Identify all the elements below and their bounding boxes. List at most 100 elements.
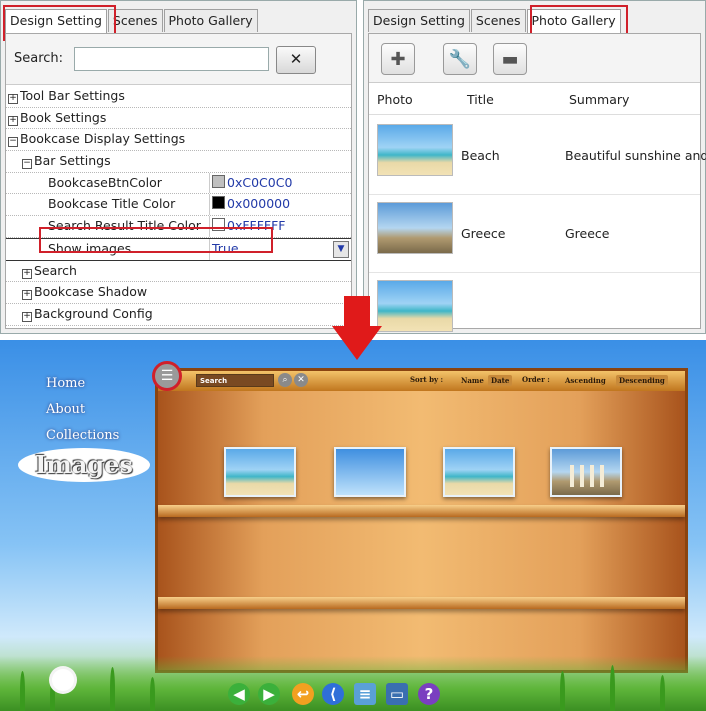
shelf-board <box>158 597 685 609</box>
tab-scenes[interactable]: Scenes <box>470 9 526 32</box>
expand-icon[interactable]: + <box>22 311 32 322</box>
property-label: Show images <box>48 240 132 256</box>
property-panel: Search: ✕ + Tool Bar Settings + Book Settin… <box>5 33 352 329</box>
photo-title: Greece <box>461 226 506 241</box>
next-arrow-icon[interactable]: ▶ <box>258 683 280 705</box>
photo-gallery-panel: Design Setting Scenes Photo Gallery ✚ 🔧 … <box>363 0 706 351</box>
gallery-row[interactable]: Greece Greece <box>369 196 700 273</box>
property-row[interactable]: + Book Settings <box>6 108 351 130</box>
tab-design-setting[interactable]: Design Setting <box>368 9 470 32</box>
property-row[interactable]: − Bar Settings <box>6 151 351 173</box>
tab-photo-gallery[interactable]: Photo Gallery <box>526 9 621 34</box>
share-icon[interactable]: ⟨ <box>322 683 344 705</box>
clear-search-button[interactable]: ✕ <box>276 46 316 74</box>
chevron-down-icon[interactable]: ▼ <box>333 240 349 258</box>
edit-photo-button[interactable]: 🔧 <box>443 43 477 75</box>
property-value[interactable]: 0xFFFFFF <box>209 216 351 237</box>
property-label: Bar Settings <box>34 153 111 169</box>
property-row[interactable]: + Background Config <box>6 304 351 326</box>
sort-by-label: Sort by : <box>410 375 444 384</box>
property-value-text: True <box>212 240 239 256</box>
collapse-icon[interactable]: − <box>22 159 32 170</box>
property-value-text: 0x000000 <box>227 196 291 212</box>
bookcase-preview: Home About Collections Images Search ⌕ ✕… <box>0 340 706 711</box>
property-value[interactable]: 0x000000 <box>209 194 351 216</box>
collapse-icon[interactable]: − <box>8 137 18 148</box>
search-icon[interactable]: ⌕ <box>278 373 292 387</box>
sort-date-button[interactable]: Date <box>488 375 513 386</box>
property-label: Bookcase Title Color <box>48 196 176 212</box>
tab-photo-gallery[interactable]: Photo Gallery <box>163 9 258 32</box>
expand-icon[interactable]: + <box>22 268 32 279</box>
property-label: Book Settings <box>20 109 107 125</box>
property-row[interactable]: Show images True ▼ <box>6 237 351 261</box>
expand-icon[interactable]: + <box>8 115 18 126</box>
add-photo-button[interactable]: ✚ <box>381 43 415 75</box>
nav-collections[interactable]: Collections <box>46 428 119 443</box>
property-row[interactable]: + Search <box>6 261 351 283</box>
book-greece[interactable] <box>550 447 622 497</box>
right-tab-strip: Design Setting Scenes Photo Gallery <box>368 9 622 34</box>
nav-images[interactable]: Images <box>18 448 150 482</box>
property-row[interactable]: BookcaseBtnColor 0xC0C0C0 <box>6 172 351 195</box>
property-label: Search Result Title Color <box>48 218 201 234</box>
sort-name-button[interactable]: Name <box>458 375 487 386</box>
property-row[interactable]: + Tool Bar Settings <box>6 86 351 108</box>
book-beach-starfish[interactable] <box>224 447 296 497</box>
tab-scenes[interactable]: Scenes <box>107 9 163 32</box>
photo-summary: Beautiful sunshine and <box>565 148 706 163</box>
col-title: Title <box>467 92 494 107</box>
photo-thumbnail <box>377 202 453 254</box>
book-sky-clouds[interactable] <box>334 447 406 497</box>
bookcase: Search ⌕ ✕ Sort by : Name Date Order : A… <box>155 368 688 673</box>
property-value[interactable]: 0xC0C0C0 <box>209 172 351 194</box>
order-ascending-button[interactable]: Ascending <box>562 375 609 386</box>
search-input[interactable] <box>74 47 269 71</box>
gallery-row[interactable]: Beach Beautiful sunshine and <box>369 118 706 195</box>
expand-icon[interactable]: + <box>22 290 32 301</box>
gallery-toolbar: ✚ 🔧 ▬ <box>369 34 700 83</box>
clear-x-icon: ✕ <box>289 50 303 68</box>
property-row[interactable]: Bookcase Title Color 0x000000 <box>6 194 351 217</box>
wrench-icon: 🔧 <box>448 49 472 70</box>
property-label: Bookcase Display Settings <box>20 131 186 147</box>
arrow-down-icon <box>344 296 370 330</box>
bookcase-search-input[interactable]: Search <box>196 374 274 387</box>
help-icon[interactable]: ? <box>418 683 440 705</box>
close-icon[interactable]: ✕ <box>294 373 308 387</box>
photo-thumbnail <box>377 124 453 176</box>
add-icon: ✚ <box>390 49 406 70</box>
property-row[interactable]: + Bookcase Shadow <box>6 282 351 304</box>
book-beach[interactable] <box>443 447 515 497</box>
monitor-icon[interactable]: ▭ <box>386 683 408 705</box>
property-label: Search <box>34 262 77 278</box>
order-descending-button[interactable]: Descending <box>616 375 668 386</box>
show-images-toggle-icon[interactable]: ☰ <box>152 361 182 391</box>
tab-design-setting[interactable]: Design Setting <box>5 9 107 34</box>
return-icon[interactable]: ↩ <box>292 683 314 705</box>
order-label: Order : <box>522 375 550 384</box>
expand-icon[interactable]: + <box>8 94 18 104</box>
property-row[interactable]: − Bookcase Display Settings <box>6 129 351 152</box>
property-value-text: 0xC0C0C0 <box>227 174 293 190</box>
property-label: Tool Bar Settings <box>20 88 125 103</box>
property-name: + Background Config <box>6 304 222 325</box>
property-name: + Book Settings <box>6 108 208 129</box>
nav-about[interactable]: About <box>46 402 85 417</box>
color-swatch[interactable] <box>212 196 225 210</box>
property-value[interactable]: True ▼ <box>209 238 351 260</box>
property-row[interactable]: Search Result Title Color 0xFFFFFF <box>6 216 351 238</box>
search-label: Search: <box>14 51 64 66</box>
photo-thumbnail <box>377 280 453 332</box>
property-label: BookcaseBtnColor <box>48 174 162 190</box>
property-value-text: 0xFFFFFF <box>227 218 286 234</box>
property-grid: + Tool Bar Settings + Book Settings − Bookcas… <box>6 86 351 326</box>
color-swatch[interactable] <box>212 174 225 188</box>
remove-photo-button[interactable]: ▬ <box>493 43 527 75</box>
color-swatch[interactable] <box>212 218 225 232</box>
prev-arrow-icon[interactable]: ◀ <box>228 683 250 705</box>
daisy-flower-icon <box>52 669 74 691</box>
list-icon[interactable]: ≡ <box>354 683 376 705</box>
nav-home[interactable]: Home <box>46 376 85 391</box>
gallery-list: ✚ 🔧 ▬ Photo Title Summary Beach Beautiful… <box>368 33 706 351</box>
